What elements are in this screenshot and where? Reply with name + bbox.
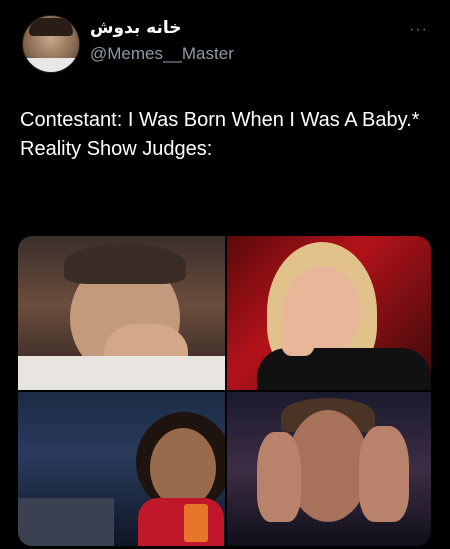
more-options-icon[interactable]: ··· [409,22,431,38]
media-tile-1[interactable] [18,236,225,390]
dress-shape [257,348,431,390]
media-tile-3[interactable] [18,392,225,546]
hair-shape [64,244,186,284]
shirt-shape [18,356,225,390]
face-shape [150,428,216,508]
hand-shape [281,312,315,356]
avatar-hair [29,18,73,36]
hand-right-shape [359,426,409,522]
tweet-text: Contestant: I Was Born When I Was A Baby… [20,106,435,164]
media-grid[interactable] [18,236,431,546]
hand-left-shape [257,432,301,522]
avatar[interactable] [22,15,80,73]
display-name[interactable]: خانه بدوش [90,18,181,38]
tweet-line-2: Reality Show Judges: [20,138,213,160]
tweet-line-1: Contestant: I Was Born When I Was A Baby… [20,109,420,131]
media-tile-4[interactable] [227,392,431,546]
avatar-shirt [23,58,79,72]
desk-shape [18,498,114,546]
dress-shape [138,498,224,546]
user-handle[interactable]: @Memes__Master [90,44,234,64]
cup-shape [184,504,208,542]
media-tile-2[interactable] [227,236,431,390]
